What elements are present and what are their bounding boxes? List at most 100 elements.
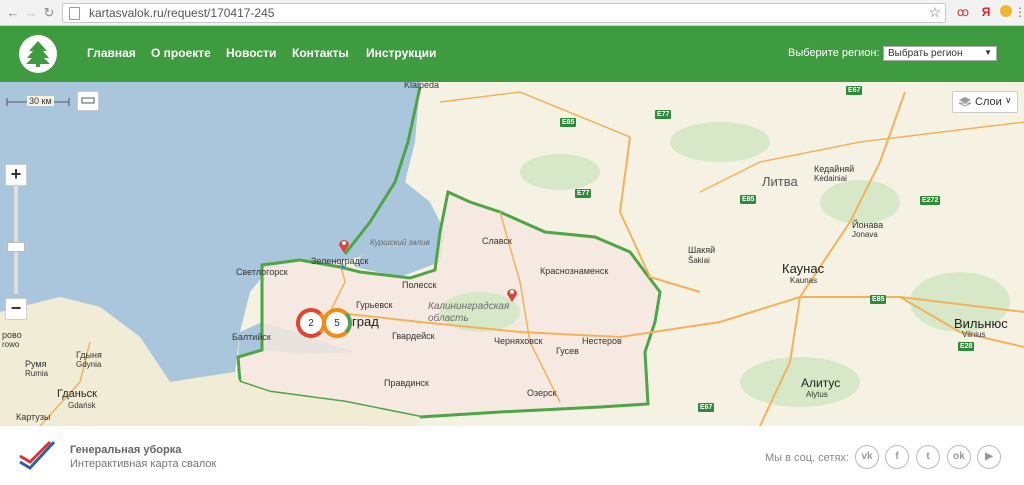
site-header: Главная О проекте Новости Контакты Инстр… <box>0 26 1024 82</box>
region-select[interactable]: Выбрать регион ▼ <box>883 46 997 61</box>
zoom-slider-handle[interactable] <box>7 242 25 252</box>
layers-button[interactable]: Слои ∨ <box>952 91 1018 113</box>
map-label-polessk: Полесск <box>402 280 437 290</box>
onf-logo[interactable] <box>18 440 58 470</box>
ruler-icon <box>81 97 95 104</box>
nav-home[interactable]: Главная <box>87 46 136 60</box>
map-label-siauliai-lt: Šakiai <box>688 256 710 265</box>
map-label-gdansk: Гданьск <box>57 388 97 400</box>
road-shield-e77: E77 <box>575 189 592 198</box>
back-arrow-icon[interactable]: ← <box>4 4 22 22</box>
map-label-nesterov: Нестеров <box>582 336 622 346</box>
map-label-baltiysk: Балтийск <box>232 332 271 342</box>
nav-news[interactable]: Новости <box>226 46 276 60</box>
odnoklassniki-icon[interactable]: ok <box>947 445 971 469</box>
footer-title: Генеральная уборка <box>70 444 182 456</box>
map-label-kartuzy: Картузы <box>16 412 51 422</box>
layers-icon <box>958 96 972 111</box>
menu-icon[interactable]: ⋮ <box>1012 4 1024 20</box>
road-shield-e272: E272 <box>920 196 941 205</box>
vk-icon[interactable]: vk <box>855 445 879 469</box>
url-text[interactable]: kartasvalok.ru/request/170417-245 <box>89 6 274 20</box>
layers-label: Слои <box>975 96 1002 108</box>
ruler-button[interactable] <box>77 91 99 111</box>
map-label-krasnoznamensk: Краснознаменск <box>540 266 609 276</box>
map-label-svetlogorsk: Светлогорск <box>236 267 288 277</box>
road-shield-e67: E67 <box>846 86 863 95</box>
road-shield-e28: E28 <box>958 342 975 351</box>
tree-icon <box>26 41 50 67</box>
footer-subtitle: Интерактивная карта свалок <box>70 458 217 470</box>
dropdown-arrow-icon: ▼ <box>984 48 992 57</box>
cluster-count: 2 <box>308 318 314 329</box>
nav-instructions[interactable]: Инструкции <box>366 46 436 60</box>
chevron-down-icon: ∨ <box>1005 95 1012 105</box>
map-label-vilnius-lt: Vilnius <box>962 330 986 339</box>
site-logo[interactable] <box>19 35 57 73</box>
map-label-jonava: Йонава <box>852 220 884 230</box>
map-label-siauliai: Шакяй <box>688 245 716 255</box>
facebook-icon[interactable]: f <box>885 445 909 469</box>
map-label-kedainiai-lt: Kėdainiai <box>814 174 847 183</box>
map-label-curonian-lagoon: Куршский залив <box>370 238 430 247</box>
road-shield-e85: E85 <box>740 195 757 204</box>
social-label: Мы в соц. сетях: <box>765 452 849 464</box>
nav-about[interactable]: О проекте <box>151 46 211 60</box>
road-shield-e85: E85 <box>870 295 887 304</box>
map-marker-pin[interactable] <box>338 238 350 254</box>
map-label-wejherowo-pl: rowo <box>2 340 20 349</box>
map-label-chernyakhovsk: Черняховск <box>494 336 543 346</box>
youtube-icon[interactable]: ▶ <box>977 445 1001 469</box>
forward-arrow-icon[interactable]: → <box>22 4 40 22</box>
region-select-value: Выбрать регион <box>888 48 963 59</box>
map-label-pravdinsk: Правдинск <box>384 378 429 388</box>
map-label-gvardeysk: Гвардейск <box>392 331 435 341</box>
zoom-slider-track[interactable] <box>14 184 18 294</box>
road-shield-e85: E85 <box>560 118 577 127</box>
map-label-rumia: Румя <box>25 359 47 369</box>
map-label-jonava-lt: Jonava <box>852 230 878 239</box>
zoom-in-button[interactable]: + <box>5 164 27 186</box>
road-shield-e67: E67 <box>698 403 715 412</box>
scale-label: 30 км <box>27 96 54 106</box>
map-label-alytus-lt: Alytus <box>806 390 828 399</box>
bookmark-star-icon[interactable]: ☆ <box>928 4 941 21</box>
map-label-gusev: Гусев <box>556 346 579 356</box>
site-footer: Генеральная уборка Интерактивная карта с… <box>0 426 1024 485</box>
extension-bike-icon[interactable]: ꝏ <box>955 4 971 20</box>
map-label-gdynia-pl: Gdynia <box>76 360 102 369</box>
cluster-count: 5 <box>334 318 340 329</box>
zoom-out-button[interactable]: − <box>5 298 27 320</box>
airport-icon: ✈ <box>338 262 347 273</box>
map-label-kaunas-lt: Kaunas <box>790 276 818 285</box>
page-icon <box>69 7 80 20</box>
map-label-kaliningrad-oblast: Калининградская область <box>428 301 510 324</box>
map-marker-pin[interactable] <box>506 287 518 303</box>
map-label-gurevsk: Гурьевск <box>356 300 393 310</box>
reload-icon[interactable]: ↻ <box>40 4 58 22</box>
map-label-alytus: Алитус <box>801 376 841 390</box>
twitter-icon[interactable]: t <box>916 445 940 469</box>
map-view[interactable]: 30 км + − Слои ∨ Klaipėda Литва Кедайняй… <box>0 82 1024 426</box>
map-label-kedainiai: Кедайняй <box>814 164 855 174</box>
map-label-gdansk-pl: Gdańsk <box>68 401 96 410</box>
map-label-lithuania: Литва <box>762 174 798 189</box>
map-label-klaipeda: Klaipėda <box>404 82 440 90</box>
map-label-ozersk: Озерск <box>527 388 557 398</box>
road-shield-e77: E77 <box>655 110 672 119</box>
map-label-wejherowo: рово <box>2 330 22 340</box>
map-label-slavsk: Славск <box>482 236 512 246</box>
extension-yandex-icon[interactable]: Я <box>978 4 994 20</box>
map-canvas[interactable] <box>0 82 1024 426</box>
map-label-vilnius: Вильнюс <box>954 316 1008 331</box>
map-label-rumia-pl: Rumia <box>25 369 49 378</box>
nav-contacts[interactable]: Контакты <box>292 46 349 60</box>
map-scale: 30 км <box>5 96 71 108</box>
map-label-gdynia: Гдыня <box>76 350 102 360</box>
region-label: Выберите регион: <box>788 47 880 59</box>
map-cluster-marker[interactable]: 5 <box>322 308 352 338</box>
address-bar[interactable]: kartasvalok.ru/request/170417-245 ☆ <box>62 3 946 23</box>
browser-toolbar: ← → ↻ kartasvalok.ru/request/170417-245 … <box>0 0 1024 26</box>
map-label-kaliningrad-city: град <box>352 314 379 329</box>
map-label-kaunas: Каунас <box>782 261 825 276</box>
